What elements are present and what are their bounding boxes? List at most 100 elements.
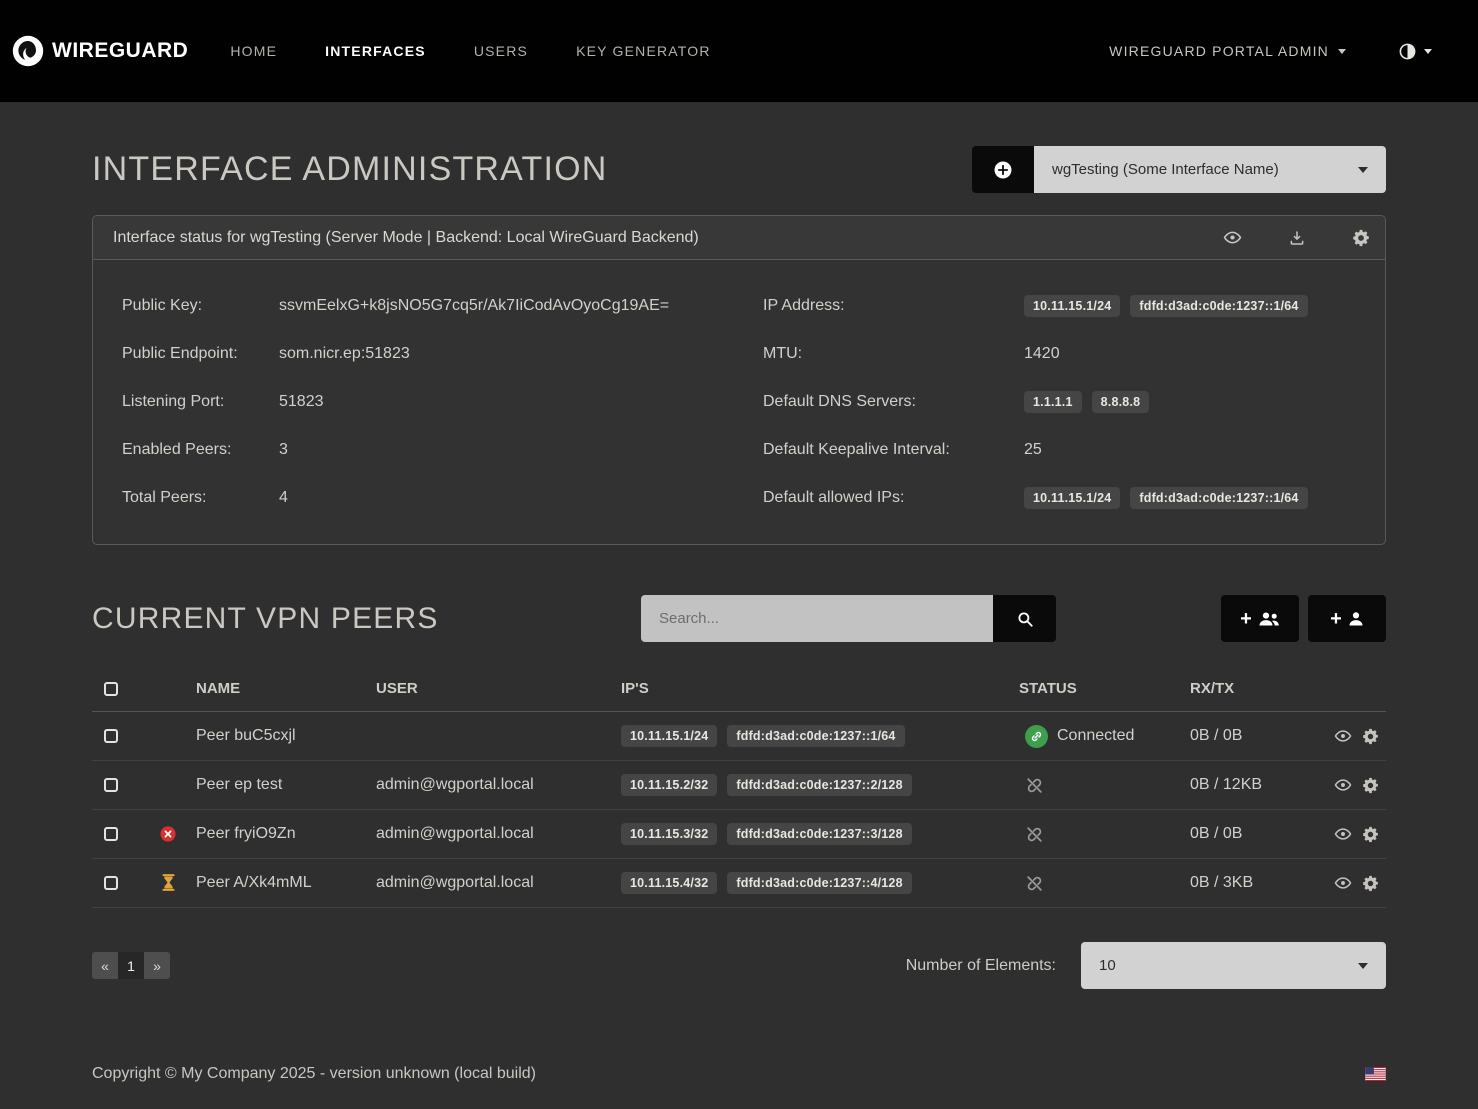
field-value: 25 <box>1024 441 1042 459</box>
page-size-label: Number of Elements: <box>906 957 1056 975</box>
nav-item-key-generator[interactable]: KEY GENERATOR <box>576 43 711 59</box>
pagination-next-button[interactable]: » <box>144 952 170 979</box>
nav-item-home[interactable]: HOME <box>230 43 277 59</box>
peers-table: NAME USER IP'S STATUS RX/TX Peer buC5cxj… <box>92 668 1386 908</box>
footer: Copyright © My Company 2025 - version un… <box>0 1047 1478 1083</box>
download-icon[interactable] <box>1288 228 1306 247</box>
ip-badge: 1.1.1.1 <box>1024 391 1082 413</box>
peer-settings-icon[interactable] <box>1362 826 1379 843</box>
brand-name: WIREGUARD <box>52 39 188 63</box>
peers-title: CURRENT VPN PEERS <box>92 602 439 636</box>
brand[interactable]: WIREGUARD <box>12 35 188 67</box>
user-menu[interactable]: WIREGUARD PORTAL ADMIN <box>1109 43 1346 59</box>
nav-item-users[interactable]: USERS <box>474 43 528 59</box>
theme-toggle[interactable] <box>1398 42 1432 61</box>
nav-right: WIREGUARD PORTAL ADMIN <box>1109 42 1432 61</box>
ip-badge: fdfd:d3ad:c0de:1237::1/64 <box>1130 487 1307 509</box>
peer-status <box>1019 810 1190 859</box>
pagination: « 1 » <box>92 952 170 979</box>
peer-settings-icon[interactable] <box>1362 777 1379 794</box>
field-label: Enabled Peers: <box>122 441 279 459</box>
wireguard-logo-icon <box>12 35 44 67</box>
peer-row: Peer buC5cxjl10.11.15.1/24fdfd:d3ad:c0de… <box>92 712 1386 761</box>
peer-name: Peer fryiO9Zn <box>192 810 376 859</box>
navbar: WIREGUARD HOME INTERFACES USERS KEY GENERAT… <box>0 0 1478 102</box>
field-value: 4 <box>279 489 288 507</box>
add-peer-button[interactable]: + <box>1308 595 1386 642</box>
ip-badge: fdfd:d3ad:c0de:1237::1/64 <box>1130 295 1307 317</box>
peer-rxtx: 0B / 0B <box>1190 810 1320 859</box>
peer-ip-badge: 10.11.15.2/32 <box>621 774 717 796</box>
users-icon <box>1258 611 1280 627</box>
peer-settings-icon[interactable] <box>1362 728 1379 745</box>
interface-field: Default DNS Servers:1.1.1.18.8.8.8 <box>739 378 1385 426</box>
column-ips: IP'S <box>621 668 1019 712</box>
user-icon <box>1348 611 1364 627</box>
peer-expiring-icon <box>162 874 175 891</box>
nav-menu: HOME INTERFACES USERS KEY GENERATOR <box>230 43 710 59</box>
peer-row-actions <box>1320 825 1386 843</box>
add-interface-button[interactable] <box>972 146 1034 193</box>
ip-badge: 8.8.8.8 <box>1092 391 1150 413</box>
plus-icon: + <box>1240 609 1252 629</box>
field-value: ssvmEelxG+k8jsNO5G7cq5r/Ak7IiCodAvOyoCg1… <box>279 297 669 315</box>
interface-details-left: Public Key:ssvmEelxG+k8jsNO5G7cq5r/Ak7Ii… <box>93 282 739 522</box>
peer-status <box>1019 761 1190 810</box>
peer-ip-badge: 10.11.15.3/32 <box>621 823 717 845</box>
not-connected-unlink-icon <box>1025 874 1044 893</box>
field-value: 1420 <box>1024 345 1060 363</box>
interface-card-tools <box>1223 228 1370 247</box>
peer-settings-icon[interactable] <box>1362 875 1379 892</box>
peer-ips: 10.11.15.3/32fdfd:d3ad:c0de:1237::3/128 <box>621 810 1019 859</box>
field-label: IP Address: <box>763 297 1024 315</box>
interface-card-header: Interface status for wgTesting (Server M… <box>93 216 1385 260</box>
peer-user: admin@wgportal.local <box>376 810 621 859</box>
peers-head: CURRENT VPN PEERS + + <box>92 595 1386 642</box>
peer-checkbox[interactable] <box>104 876 118 890</box>
interface-card-title: Interface status for wgTesting (Server M… <box>113 229 699 247</box>
language-flag-us-icon[interactable] <box>1365 1067 1386 1081</box>
peer-view-icon[interactable] <box>1334 874 1352 892</box>
interface-select-group: wgTesting (Some Interface Name) <box>972 146 1386 193</box>
pagination-current-page[interactable]: 1 <box>118 952 144 979</box>
copyright-text: Copyright © My Company 2025 - version un… <box>92 1065 536 1083</box>
peer-row-actions <box>1320 776 1386 794</box>
peer-row: Peer ep testadmin@wgportal.local10.11.15… <box>92 761 1386 810</box>
peer-status-text: Connected <box>1057 727 1134 744</box>
peer-view-icon[interactable] <box>1334 776 1352 794</box>
peer-checkbox[interactable] <box>104 778 118 792</box>
eye-icon[interactable] <box>1223 228 1242 247</box>
page-size-select[interactable]: 10 <box>1081 942 1386 989</box>
interface-select[interactable]: wgTesting (Some Interface Name) <box>1034 146 1386 193</box>
interface-field: Listening Port:51823 <box>93 378 739 426</box>
column-name: NAME <box>192 668 376 712</box>
peer-view-icon[interactable] <box>1334 825 1352 843</box>
peer-checkbox[interactable] <box>104 827 118 841</box>
field-value: 1.1.1.1 8.8.8.8 <box>1024 391 1159 413</box>
peer-ip-badge: fdfd:d3ad:c0de:1237::4/128 <box>727 872 911 894</box>
gear-icon[interactable] <box>1352 228 1370 247</box>
peer-checkbox[interactable] <box>104 729 118 743</box>
chevron-down-icon <box>1358 963 1368 969</box>
peer-status: Connected <box>1019 712 1190 761</box>
pagination-prev-button[interactable]: « <box>92 952 118 979</box>
search-icon <box>1016 610 1034 628</box>
add-peer-buttons: + + <box>1221 595 1386 642</box>
interface-details-right: IP Address:10.11.15.1/24fdfd:d3ad:c0de:1… <box>739 282 1385 522</box>
search-button[interactable] <box>993 595 1056 642</box>
peer-row: Peer fryiO9Znadmin@wgportal.local10.11.1… <box>92 810 1386 859</box>
plus-circle-icon <box>993 160 1013 180</box>
nav-item-interfaces[interactable]: INTERFACES <box>325 43 426 59</box>
peer-view-icon[interactable] <box>1334 727 1352 745</box>
plus-icon: + <box>1330 609 1342 629</box>
select-all-checkbox[interactable] <box>104 682 118 696</box>
search-input[interactable] <box>641 595 993 642</box>
peer-ip-badge: 10.11.15.1/24 <box>621 725 717 747</box>
peer-user: admin@wgportal.local <box>376 859 621 908</box>
theme-half-circle-icon <box>1398 42 1417 61</box>
add-multiple-peers-button[interactable]: + <box>1221 595 1299 642</box>
peer-ips: 10.11.15.2/32fdfd:d3ad:c0de:1237::2/128 <box>621 761 1019 810</box>
peer-rxtx: 0B / 0B <box>1190 712 1320 761</box>
page-title: INTERFACE ADMINISTRATION <box>92 150 608 189</box>
field-label: Default allowed IPs: <box>763 489 1024 507</box>
